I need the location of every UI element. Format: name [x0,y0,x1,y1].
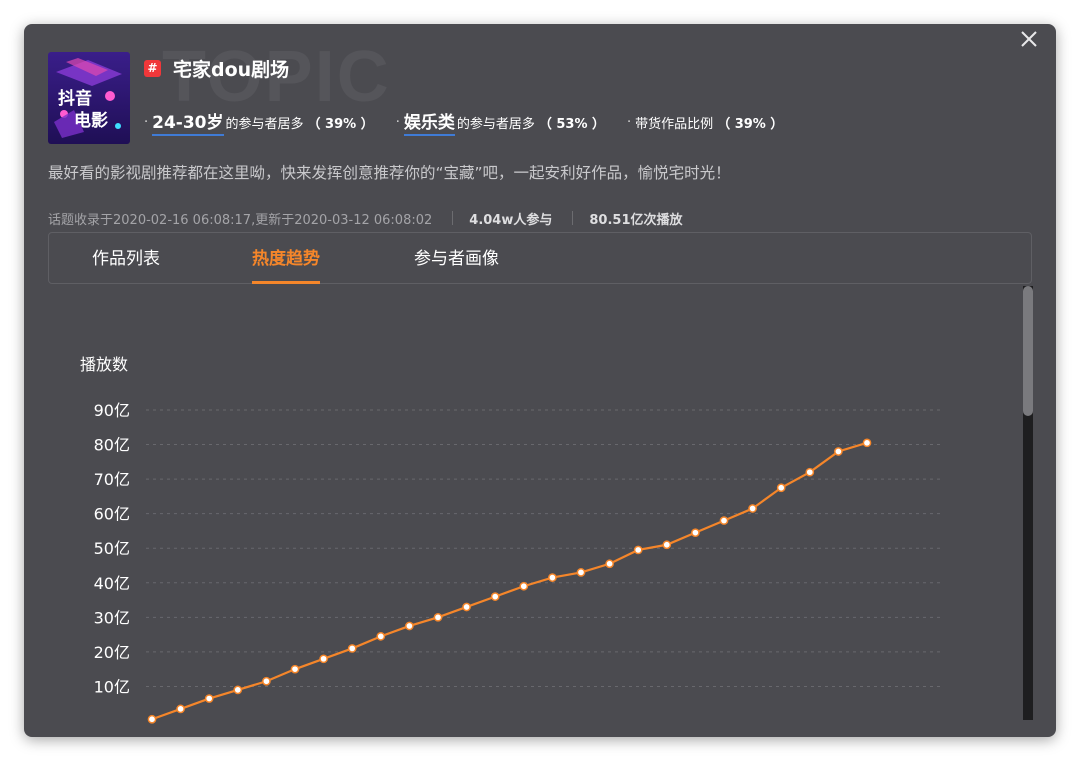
chart-y-tick-label: 40亿 [94,574,130,593]
topic-panel: TOPIC 抖音 电影 # 宅家dou剧场 · 24-30岁 的参与者居多 （ … [24,24,1056,737]
chart-y-tick-label: 80亿 [94,436,130,455]
chart-data-point [290,664,300,674]
chart-data-point [633,545,643,555]
scrollbar-thumb[interactable] [1023,286,1033,416]
chart-data-point [147,714,157,724]
chart-data-point [262,676,271,686]
chart-data-point [805,467,815,477]
chart-data-point [776,483,786,493]
chart-data-point [233,685,243,695]
chart-data-point [719,516,729,525]
chart-y-tick-label: 90亿 [94,401,130,420]
chart-data-point [319,654,328,664]
chart-y-axis-label: 播放数 [80,355,128,374]
chart-data-point [748,504,757,513]
chart-y-tick-label: 20亿 [94,643,130,662]
chart-data-point [519,581,529,591]
chart-data-point [490,592,500,601]
chart-data-point [433,612,443,622]
chart-data-point [376,631,386,641]
chart-data-point [462,602,471,612]
chart-data-point [605,559,614,569]
chart-data-point [576,568,586,577]
chart-data-point [347,644,357,653]
chart-data-point [176,704,185,714]
heat-trend-chart: 90亿 80亿 70亿 60亿 50亿 40亿 30亿 20亿 10亿 播放数 [80,355,940,724]
chart-data-point [691,528,700,538]
chart-y-tick-label: 30亿 [94,608,130,627]
chart-data-point [862,438,872,448]
chart-y-tick-label: 70亿 [94,470,130,489]
scrollbar-track[interactable] [1023,286,1033,720]
chart-data-point [834,447,843,456]
chart-data-point [405,621,414,631]
chart-data-point [204,694,214,703]
chart-series-line [151,441,868,721]
chart-data-point [662,540,672,550]
chart-y-tick-label: 50亿 [94,539,130,558]
chart-y-tick-label: 60亿 [94,505,130,524]
chart-data-point [548,573,557,582]
chart-y-tick-label: 10亿 [94,677,130,696]
